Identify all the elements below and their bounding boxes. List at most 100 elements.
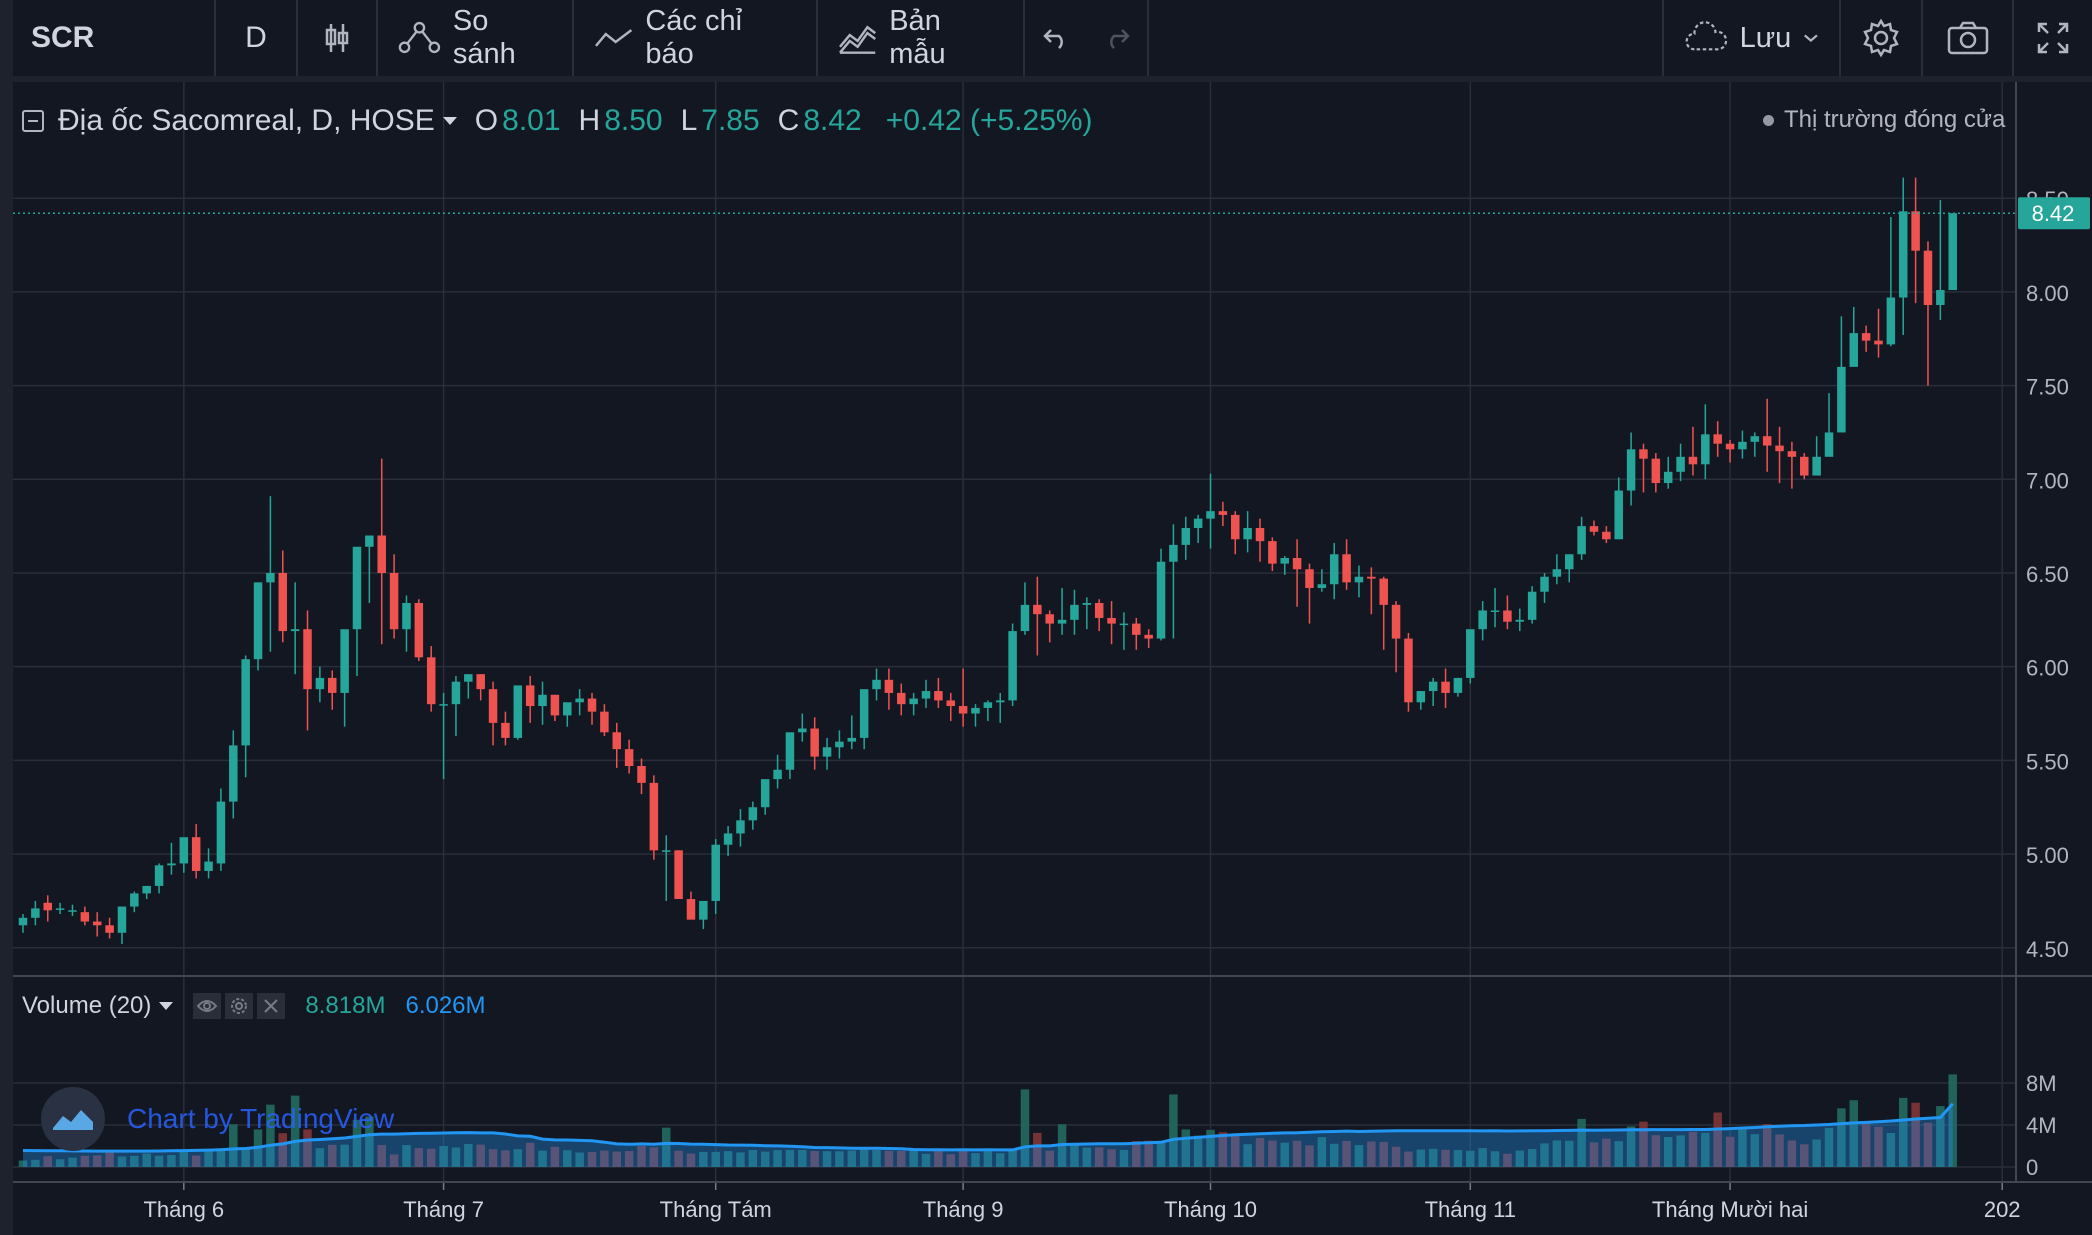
candle-body bbox=[513, 685, 523, 738]
candle-body bbox=[1317, 584, 1327, 588]
candle-body bbox=[748, 807, 758, 821]
candle-body bbox=[550, 694, 560, 716]
collapse-legend-button[interactable] bbox=[22, 110, 44, 132]
candle-body bbox=[501, 722, 510, 738]
candle-body bbox=[1527, 591, 1537, 620]
high-label: H bbox=[578, 104, 601, 137]
candle-body bbox=[266, 572, 275, 583]
caret-down-icon[interactable] bbox=[159, 1002, 174, 1010]
candle-body bbox=[884, 679, 894, 693]
candle-body bbox=[1701, 434, 1710, 465]
candle-body bbox=[1057, 619, 1067, 624]
remove-button[interactable] bbox=[257, 993, 286, 1019]
candle-body bbox=[674, 850, 683, 900]
volume-title[interactable]: Volume (20) bbox=[22, 992, 151, 1020]
candle-body bbox=[1045, 614, 1054, 624]
price-chart[interactable]: 4.50 5.00 5.50 6.00 6.50 7.00 7.50 8.00 8.50 0 4M 8… bbox=[13, 82, 2092, 1235]
chart-area[interactable]: 4.50 5.00 5.50 6.00 6.50 7.00 7.50 8.00 8.50 0 4M 8… bbox=[13, 82, 2092, 1235]
volume-controls bbox=[193, 993, 286, 1019]
x-tick-label: Tháng 11 bbox=[1425, 1197, 1516, 1222]
price-tick-label: 4.50 bbox=[2026, 937, 2069, 962]
candle-body bbox=[18, 917, 28, 926]
candle-body bbox=[1787, 451, 1797, 457]
candle-body bbox=[1193, 518, 1203, 529]
candle-body bbox=[1565, 554, 1574, 570]
candle-body bbox=[1898, 211, 1908, 298]
redo-button[interactable] bbox=[1087, 0, 1149, 76]
candle-body bbox=[1849, 333, 1859, 367]
candle-body bbox=[1688, 456, 1698, 465]
templates-button[interactable]: Bản mẫu bbox=[818, 0, 1025, 76]
tradingview-watermark[interactable]: Chart by TradingView bbox=[41, 1087, 394, 1151]
chart-type-button[interactable] bbox=[298, 0, 378, 76]
volume-tick-label: 8M bbox=[2026, 1071, 2057, 1096]
compare-button[interactable]: So sánh bbox=[378, 0, 574, 76]
candle-body bbox=[1354, 576, 1364, 583]
candles-icon bbox=[325, 24, 349, 52]
timeframe-button[interactable]: D bbox=[216, 0, 298, 76]
symbol-search-button[interactable]: SCR bbox=[13, 0, 216, 76]
candle-body bbox=[1775, 445, 1784, 452]
indicators-button[interactable]: Các chỉ báo bbox=[574, 0, 818, 76]
candles bbox=[18, 177, 1957, 945]
candle-body bbox=[661, 850, 671, 852]
legend-title[interactable]: Địa ốc Sacomreal, D, HOSE bbox=[58, 104, 435, 138]
undo-button[interactable] bbox=[1025, 0, 1087, 76]
settings-small-button[interactable] bbox=[225, 993, 254, 1019]
candle-body bbox=[476, 674, 485, 690]
templates-icon bbox=[839, 25, 876, 54]
fullscreen-button[interactable] bbox=[2014, 0, 2092, 76]
candle-body bbox=[439, 704, 448, 706]
x-tick-label: Tháng Mười hai bbox=[1652, 1197, 1808, 1222]
candle-body bbox=[600, 711, 609, 733]
candle-body bbox=[1750, 436, 1760, 442]
candle-body bbox=[1911, 211, 1920, 251]
low-value: 7.85 bbox=[701, 104, 760, 137]
candle-body bbox=[1441, 681, 1450, 693]
candle-body bbox=[1181, 528, 1191, 545]
candle-body bbox=[760, 779, 770, 808]
candle-body bbox=[872, 679, 881, 690]
volume-value: 8.818M bbox=[305, 992, 386, 1019]
candle-body bbox=[1861, 333, 1871, 341]
change-value: +0.42 (+5.25%) bbox=[885, 104, 1093, 137]
gear-icon bbox=[231, 998, 248, 1014]
candle-body bbox=[1218, 511, 1228, 515]
candle-body bbox=[649, 782, 659, 851]
caret-down-icon[interactable] bbox=[442, 117, 457, 125]
candle-body bbox=[958, 706, 968, 714]
candle-body bbox=[43, 902, 52, 911]
open-label: O bbox=[474, 104, 499, 137]
open-value: 8.01 bbox=[502, 104, 561, 137]
volume-legend: Volume (20) 8.818M 6.026M bbox=[22, 992, 486, 1020]
candle-body bbox=[624, 749, 634, 766]
save-button[interactable]: Lưu bbox=[1664, 0, 1841, 76]
candle-body bbox=[1070, 604, 1079, 620]
candle-body bbox=[1342, 554, 1351, 583]
candle-body bbox=[1379, 578, 1388, 605]
cloud-icon bbox=[1685, 21, 1728, 51]
candle-body bbox=[946, 700, 955, 707]
candle-body bbox=[1329, 554, 1339, 585]
undo-icon bbox=[1043, 29, 1063, 49]
candle-body bbox=[1577, 526, 1586, 555]
candle-body bbox=[637, 766, 646, 783]
candle-body bbox=[563, 702, 572, 716]
candle-body bbox=[736, 820, 745, 834]
eye-button[interactable] bbox=[193, 993, 222, 1019]
candle-body bbox=[1206, 511, 1215, 519]
candle-body bbox=[773, 769, 782, 780]
candle-body bbox=[142, 885, 151, 894]
candle-body bbox=[538, 694, 547, 707]
candle-body bbox=[1713, 434, 1722, 444]
candle-body bbox=[1614, 490, 1623, 540]
candle-body bbox=[253, 582, 263, 660]
candle-body bbox=[340, 629, 349, 693]
settings-button[interactable] bbox=[1841, 0, 1923, 76]
screenshot-button[interactable] bbox=[1923, 0, 2014, 76]
candle-body bbox=[426, 657, 436, 705]
candle-body bbox=[1552, 569, 1562, 577]
candle-body bbox=[1107, 617, 1116, 624]
price-tick-label: 8.00 bbox=[2026, 281, 2069, 306]
candle-body bbox=[68, 910, 77, 912]
